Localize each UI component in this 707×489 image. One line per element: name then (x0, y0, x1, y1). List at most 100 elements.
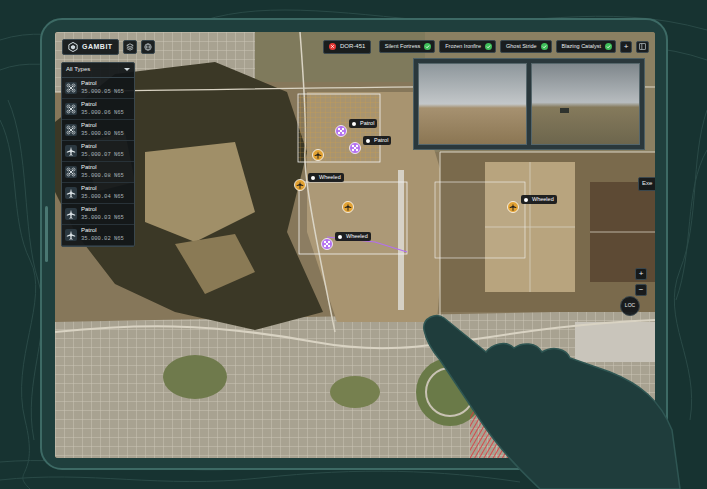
marketing-stage: GAMBIT DOR-451 Silent Fortress Frozen Iro… (0, 0, 707, 489)
roads (55, 32, 655, 348)
top-left-toolbar: GAMBIT (62, 39, 155, 55)
alert-indicator[interactable]: DOR-451 (323, 40, 371, 54)
mission-tab[interactable]: Silent Fortress (379, 40, 435, 53)
aircraft-icon (297, 181, 304, 188)
asset-text: Patrol35.000.04 N65 (81, 185, 124, 200)
asset-row[interactable]: Patrol35.000.02 N65 (62, 225, 134, 246)
marker-dot (338, 235, 342, 239)
map-marker[interactable] (342, 194, 354, 206)
drone-icon (324, 241, 330, 247)
asset-label: Patrol (81, 227, 124, 235)
tablet-side-button[interactable] (45, 206, 48, 262)
mission-label: Blazing Catalyst (562, 43, 601, 50)
marker-label[interactable]: Wheeled (521, 195, 557, 204)
mission-tab[interactable]: Blazing Catalyst (556, 40, 616, 53)
type-filter[interactable]: All Types (62, 63, 134, 78)
mission-label: Silent Fortress (385, 43, 420, 50)
asset-text: Patrol35.000.02 N65 (81, 227, 124, 242)
aircraft-icon (315, 151, 322, 158)
map-screen: GAMBIT DOR-451 Silent Fortress Frozen Iro… (55, 32, 655, 458)
asset-row[interactable]: Patrol35.000.08 N65 (62, 162, 134, 183)
asset-coords: 35.000.05 N65 (81, 88, 124, 95)
video-feed[interactable] (531, 63, 640, 145)
mission-tab[interactable]: Ghost Stride (500, 40, 552, 53)
app-name: GAMBIT (82, 42, 113, 51)
map-marker[interactable] (321, 231, 333, 243)
asset-row[interactable]: Patrol35.000.03 N65 (62, 204, 134, 225)
restricted-zone (470, 410, 562, 458)
video-feed[interactable] (418, 63, 527, 145)
asset-coords: 35.000.06 N65 (81, 109, 124, 116)
marker-label-text: Patrol (360, 120, 374, 127)
locate-button[interactable]: LOC (620, 296, 640, 316)
asset-label: Patrol (81, 122, 124, 130)
drone-icon (352, 145, 358, 151)
map-marker[interactable] (312, 142, 324, 154)
asset-text: Patrol35.000.00 N65 (81, 122, 124, 137)
asset-row[interactable]: Patrol35.000.04 N65 (62, 183, 134, 204)
drone-icon (338, 128, 344, 134)
filter-label: All Types (66, 66, 90, 74)
aircraft-icon (65, 208, 77, 220)
alert-label: DOR-451 (340, 43, 365, 51)
asset-coords: 35.000.02 N65 (81, 235, 124, 242)
marker-dot (524, 198, 528, 202)
asset-label: Patrol (81, 101, 124, 109)
asset-row[interactable]: Patrol35.000.00 N65 (62, 120, 134, 141)
asset-label: Patrol (81, 164, 124, 172)
asset-label: Patrol (81, 80, 124, 88)
aircraft-icon (65, 229, 77, 241)
asset-row[interactable]: Patrol35.000.06 N65 (62, 99, 134, 120)
asset-coords: 35.000.04 N65 (81, 193, 124, 200)
zoom-out-button[interactable]: − (635, 284, 647, 296)
video-feed-panel (413, 58, 645, 150)
asset-label: Patrol (81, 143, 124, 151)
app-logo[interactable]: GAMBIT (62, 39, 119, 55)
marker-label-text: Wheeled (346, 233, 368, 240)
marker-label-text: Wheeled (532, 196, 554, 203)
asset-label: Patrol (81, 206, 124, 214)
mission-tabs: Silent Fortress Frozen Ironfire Ghost Stri… (379, 40, 649, 53)
add-mission-button[interactable]: + (620, 41, 632, 53)
side-tab[interactable]: Exe (638, 177, 655, 191)
marker-label[interactable]: Patrol (363, 136, 391, 145)
marker-label[interactable]: Wheeled (308, 173, 344, 182)
layers-button[interactable] (123, 40, 137, 54)
zoom-in-button[interactable]: + (635, 268, 647, 280)
quadcopter-icon (65, 166, 77, 178)
panel-icon (639, 43, 646, 50)
map-marker[interactable] (294, 172, 306, 184)
map-marker[interactable] (335, 118, 347, 130)
marker-dot (311, 176, 315, 180)
asset-row[interactable]: Patrol35.000.07 N65 (62, 141, 134, 162)
hexagon-logo-icon (68, 42, 78, 52)
quadcopter-icon (65, 82, 77, 94)
check-icon[interactable] (605, 43, 612, 50)
check-icon[interactable] (485, 43, 492, 50)
asset-coords: 35.000.03 N65 (81, 214, 124, 221)
mission-label: Ghost Stride (506, 43, 537, 50)
layers-icon (126, 43, 134, 51)
map-marker[interactable] (349, 135, 361, 147)
check-icon[interactable] (424, 43, 431, 50)
forest-area (55, 62, 323, 330)
marker-label[interactable]: Patrol (349, 119, 377, 128)
map-marker[interactable] (507, 194, 519, 206)
marker-label-text: Patrol (374, 137, 388, 144)
marker-label-text: Wheeled (319, 174, 341, 181)
asset-text: Patrol35.000.07 N65 (81, 143, 124, 158)
asset-coords: 35.000.07 N65 (81, 151, 124, 158)
globe-button[interactable] (141, 40, 155, 54)
aircraft-icon (345, 203, 352, 210)
mission-tab[interactable]: Frozen Ironfire (439, 40, 496, 53)
asset-label: Patrol (81, 185, 124, 193)
dropdown-caret-icon (124, 68, 130, 71)
quadcopter-icon (65, 103, 77, 115)
quadcopter-icon (65, 124, 77, 136)
check-icon[interactable] (541, 43, 548, 50)
panel-toggle-button[interactable] (636, 41, 649, 53)
asset-row[interactable]: Patrol35.000.05 N65 (62, 78, 134, 99)
aircraft-icon (65, 145, 77, 157)
aircraft-icon (510, 203, 517, 210)
marker-label[interactable]: Wheeled (335, 232, 371, 241)
